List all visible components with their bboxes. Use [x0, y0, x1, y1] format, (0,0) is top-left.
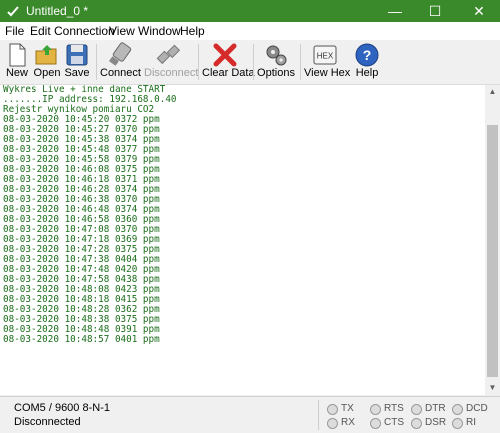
menu-view[interactable]: View: [109, 24, 135, 38]
help-button[interactable]: ? Help: [352, 40, 382, 84]
menu-file[interactable]: File: [5, 24, 24, 38]
toolbar-separator: [253, 44, 254, 80]
save-button[interactable]: Save: [63, 40, 91, 84]
plug-connect-icon: [109, 42, 132, 66]
rts-led-icon: [370, 404, 381, 415]
toolbar-separator: [300, 44, 301, 80]
scroll-down-arrow-icon[interactable]: ▼: [485, 381, 500, 395]
options-label: Options: [257, 67, 295, 79]
open-label: Open: [33, 67, 61, 79]
ri-label: RI: [466, 417, 476, 428]
hex-icon-text: HEX: [317, 52, 334, 61]
scrollbar-thumb[interactable]: [487, 125, 498, 377]
tx-label: TX: [341, 403, 354, 414]
toolbar-separator: [198, 44, 199, 80]
view-hex-label: View Hex: [304, 67, 351, 79]
help-label: Help: [355, 67, 379, 79]
dtr-label: DTR: [425, 403, 446, 414]
view-hex-button[interactable]: HEX View Hex: [304, 40, 351, 84]
dsr-label: DSR: [425, 417, 447, 428]
hex-icon: HEX: [313, 45, 337, 65]
new-label: New: [5, 67, 28, 79]
menu-window[interactable]: Window: [138, 24, 181, 38]
gears-icon: [266, 45, 287, 66]
tx-led-icon: [327, 404, 338, 415]
plug-disconnect-icon: [156, 44, 181, 65]
open-button[interactable]: Open: [33, 40, 61, 84]
open-folder-icon: [35, 45, 57, 65]
clear-data-button[interactable]: Clear Data: [202, 40, 255, 84]
menu-help[interactable]: Help: [180, 24, 205, 38]
ri-led-icon: [452, 418, 463, 429]
save-disk-icon: [66, 44, 88, 66]
disconnect-button[interactable]: Disconnect: [144, 40, 199, 84]
connect-label: Connect: [100, 67, 141, 79]
app-icon: [7, 6, 19, 17]
help-icon-text: ?: [363, 47, 372, 63]
toolbar-separator: [96, 44, 97, 80]
dcd-led-icon: [452, 404, 463, 415]
save-label: Save: [64, 67, 90, 79]
minimize-button[interactable]: —: [380, 0, 410, 22]
connection-state: Disconnected: [14, 416, 81, 428]
toolbar: New Open Save Connect Disconnect Clear D…: [0, 40, 500, 85]
dtr-led-icon: [411, 404, 422, 415]
new-file-icon: [9, 43, 26, 67]
dcd-label: DCD: [466, 403, 488, 414]
new-button[interactable]: New: [3, 40, 31, 84]
rx-label: RX: [341, 417, 355, 428]
dsr-led-icon: [411, 418, 422, 429]
title-bar: Untitled_0 * — ☐ ✕: [0, 0, 500, 22]
menu-edit[interactable]: Edit: [30, 24, 51, 38]
maximize-button[interactable]: ☐: [420, 0, 450, 22]
disconnect-label: Disconnect: [144, 67, 199, 79]
rts-label: RTS: [384, 403, 404, 414]
status-bar: COM5 / 9600 8-N-1 Disconnected TX RX RTS…: [0, 396, 500, 433]
terminal-line: 08-03-2020 10:48:57 0401 ppm: [3, 334, 160, 345]
menu-bar: File Edit Connection View Window Help: [0, 22, 500, 40]
close-button[interactable]: ✕: [458, 0, 500, 22]
terminal-output[interactable]: Wykres Live + inne dane START .......IP …: [0, 85, 485, 395]
clear-data-label: Clear Data: [202, 67, 255, 79]
status-separator: [318, 400, 319, 430]
menu-connection[interactable]: Connection: [54, 24, 115, 38]
options-button[interactable]: Options: [257, 40, 295, 84]
cts-label: CTS: [384, 417, 404, 428]
vertical-scrollbar[interactable]: ▲ ▼: [485, 85, 500, 395]
port-settings: COM5 / 9600 8-N-1: [14, 402, 110, 414]
cts-led-icon: [370, 418, 381, 429]
help-icon: ?: [355, 43, 379, 67]
connect-button[interactable]: Connect: [100, 40, 141, 84]
scroll-up-arrow-icon[interactable]: ▲: [485, 85, 500, 99]
window-title: Untitled_0 *: [26, 4, 89, 18]
rx-led-icon: [327, 418, 338, 429]
red-x-icon: [213, 43, 237, 67]
